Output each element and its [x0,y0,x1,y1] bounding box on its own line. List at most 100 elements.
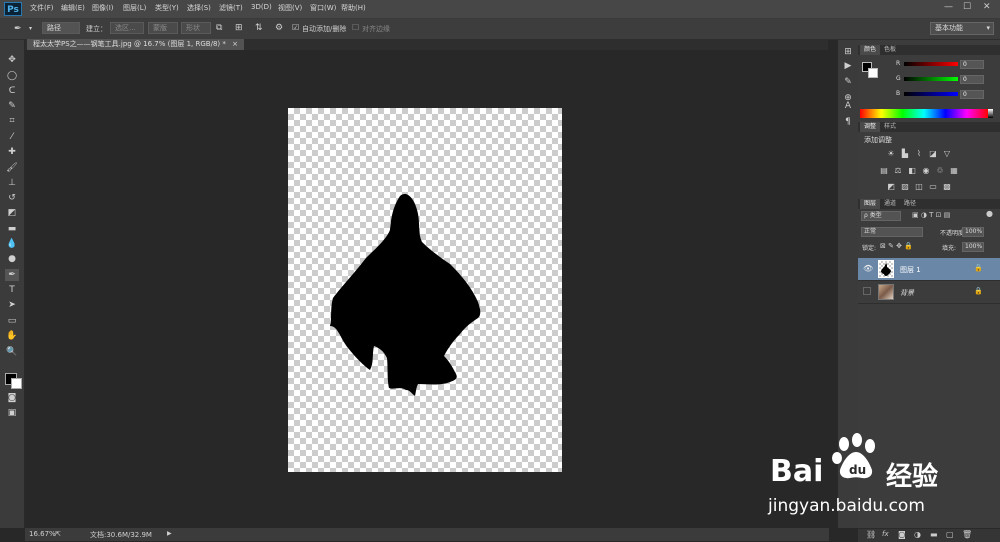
status-menu-arrow-icon[interactable]: ▶ [167,530,172,537]
tab-swatches[interactable]: 色板 [880,45,900,55]
path-arrangement-icon[interactable]: ⇅ [255,23,263,33]
blend-mode-select[interactable]: 正常 [861,227,923,237]
selection-button[interactable]: 选区... [110,22,144,34]
r-slider[interactable] [904,62,958,66]
trash-icon[interactable]: 🗑 [962,530,972,539]
zoom-tool-icon[interactable]: 🔍 [5,346,19,358]
close-tab-icon[interactable]: × [232,40,238,48]
hand-tool-icon[interactable]: ✋ [5,330,19,342]
layer-filter-icons[interactable]: ▣ ◑ T ⊡ ▤ [912,211,950,219]
levels-icon[interactable]: ▙ [900,149,910,158]
channel-mixer-icon[interactable]: ♲ [935,166,945,175]
brush-tool-icon[interactable]: 🖌 [5,162,19,174]
menu-filter[interactable]: 滤镜(T) [219,3,243,13]
b-value-field[interactable]: 0 [960,90,984,99]
history-panel-icon[interactable]: ⊞ [841,46,855,58]
posterize-icon[interactable]: ▨ [900,182,910,191]
menu-3d[interactable]: 3D(D) [251,3,272,11]
tab-channels[interactable]: 通道 [880,199,900,209]
menu-edit[interactable]: 编辑(E) [61,3,85,13]
quick-selection-tool-icon[interactable]: ✎ [5,100,19,112]
export-icon[interactable]: ⇱ [55,530,61,538]
healing-brush-tool-icon[interactable]: ✚ [5,146,19,158]
path-selection-tool-icon[interactable]: ➤ [5,299,19,311]
new-layer-icon[interactable]: ▢ [946,530,954,539]
document-tab[interactable]: 程太太学PS之——钢笔工具.jpg @ 16.7% (图层 1, RGB/8) … [27,39,244,50]
tab-paths[interactable]: 路径 [900,199,920,209]
pen-tool-active-icon[interactable]: ✒ [5,269,19,281]
vibrance-icon[interactable]: ▽ [942,149,952,158]
crop-tool-icon[interactable]: ⌗ [5,115,19,127]
filter-toggle-icon[interactable]: ● [986,209,993,218]
g-slider[interactable] [904,77,958,81]
black-white-icon[interactable]: ◧ [907,166,917,175]
layer-filter-select[interactable]: ρ 类型 [861,211,901,221]
gear-icon[interactable]: ⚙ [275,23,283,33]
brightness-contrast-icon[interactable]: ☀ [886,149,896,158]
chevron-down-icon[interactable]: ▾ [29,24,32,34]
actions-panel-icon[interactable]: ▶ [841,60,855,72]
type-tool-icon[interactable]: T [5,284,19,296]
opacity-field[interactable]: 100% [962,227,984,237]
align-edges-checkbox[interactable]: ☐ [352,23,359,33]
menu-window[interactable]: 窗口(W) [310,3,336,13]
tab-color[interactable]: 颜色 [860,45,881,55]
link-layers-icon[interactable]: ⛓ [866,530,876,539]
layer-row[interactable]: 👁 图层 1 🔒 [858,258,1000,281]
rectangle-tool-icon[interactable]: ▭ [5,315,19,327]
menu-file[interactable]: 文件(F) [30,3,54,13]
invert-icon[interactable]: ◩ [886,182,896,191]
auto-add-checkbox[interactable]: ☑ [292,23,299,33]
brush-panel-icon[interactable]: ✎ [841,76,855,88]
menu-image[interactable]: 图像(I) [92,3,114,13]
eraser-tool-icon[interactable]: ◩ [5,207,19,219]
lock-icons[interactable]: ⊠ ✎ ✥ 🔒 [880,242,913,250]
visibility-toggle-icon[interactable] [863,287,871,295]
hue-saturation-icon[interactable]: ▤ [879,166,889,175]
new-group-icon[interactable]: ▬ [930,530,938,539]
eye-icon[interactable]: 👁 [863,264,873,273]
move-tool-icon[interactable]: ✥ [5,54,19,66]
close-window-button[interactable]: ✕ [983,2,991,12]
threshold-icon[interactable]: ◫ [914,182,924,191]
document-canvas[interactable] [288,108,562,472]
add-mask-icon[interactable]: ◙ [898,530,906,539]
clone-stamp-tool-icon[interactable]: ⊥ [5,177,19,189]
r-value-field[interactable]: 0 [960,60,984,69]
color-spectrum-bar[interactable] [860,109,988,118]
color-background-swatch[interactable] [868,68,878,78]
lasso-tool-icon[interactable]: ᑕ [5,85,19,97]
zoom-level[interactable]: 16.67% [29,530,56,538]
tab-styles[interactable]: 样式 [880,122,900,132]
menu-help[interactable]: 帮助(H) [341,3,366,13]
grayscale-ramp[interactable] [988,109,993,118]
g-value-field[interactable]: 0 [960,75,984,84]
history-brush-tool-icon[interactable]: ↺ [5,192,19,204]
color-lookup-icon[interactable]: ▦ [949,166,959,175]
selective-color-icon[interactable]: ▩ [942,182,952,191]
gradient-map-icon[interactable]: ▭ [928,182,938,191]
menu-layer[interactable]: 图层(L) [123,3,146,13]
menu-type[interactable]: 类型(Y) [155,3,179,13]
layer-name[interactable]: 背景 [900,288,914,298]
layer-style-icon[interactable]: fx [882,530,889,538]
dodge-tool-icon[interactable]: ● [5,253,19,265]
character-panel-icon[interactable]: A [841,100,855,112]
paragraph-panel-icon[interactable]: ¶ [841,116,855,128]
fill-field[interactable]: 100% [962,242,984,252]
maximize-button[interactable]: ☐ [963,2,971,12]
adjustment-layer-icon[interactable]: ◑ [914,530,921,539]
workspace-select[interactable]: 基本功能 ▾ [930,22,994,35]
screen-mode-icon[interactable]: ▣ [5,407,19,419]
menu-select[interactable]: 选择(S) [187,3,211,13]
gradient-tool-icon[interactable]: ▬ [5,223,19,235]
quick-mask-icon[interactable]: ◙ [5,392,19,404]
eyedropper-tool-icon[interactable]: ⁄ [5,131,19,143]
blur-tool-icon[interactable]: 💧 [5,238,19,250]
minimize-button[interactable]: — [944,2,953,12]
pen-tool-icon[interactable]: ✒ [14,24,22,34]
shape-button[interactable]: 形状 [181,22,211,34]
b-slider[interactable] [904,92,958,96]
menu-view[interactable]: 视图(V) [278,3,302,13]
path-operations-icon[interactable]: ⧉ [216,23,222,33]
